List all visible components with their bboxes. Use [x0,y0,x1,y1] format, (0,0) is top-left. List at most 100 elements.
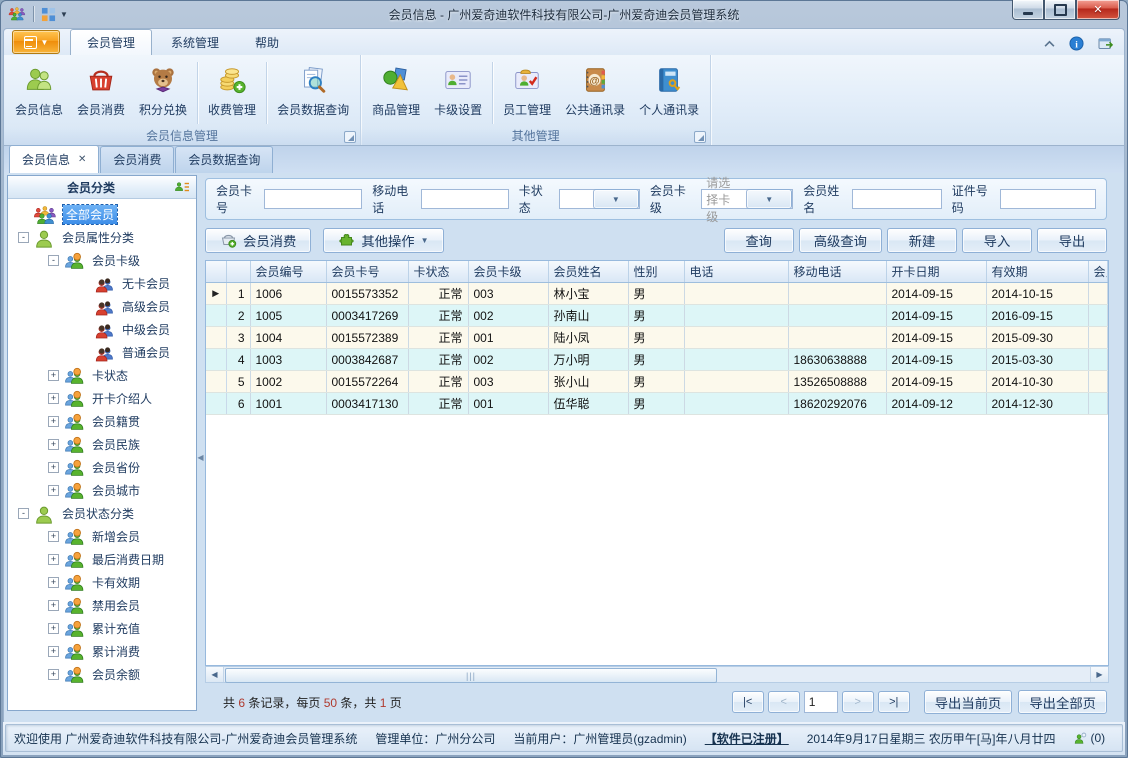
id-number-input[interactable] [1000,189,1097,209]
expand-node-icon[interactable]: + [48,669,59,680]
table-cell[interactable]: 2014-10-15 [986,282,1089,305]
expand-node-icon[interactable]: + [48,370,59,381]
table-cell[interactable]: 张小山 [548,370,629,393]
expand-node-icon[interactable]: + [48,531,59,542]
table-row[interactable]: 5 1002 0015572264 正常 003 张小山男 13526508888 2014-… [206,370,1108,393]
tree-item-normal-member[interactable]: 普通会员 [8,341,196,364]
table-cell[interactable]: 孙南山 [548,304,629,327]
app-menu-button[interactable]: ▼ [12,30,60,54]
table-cell[interactable]: 男 [628,282,685,305]
tree-item-disabled-members[interactable]: + 禁用会员 [8,594,196,617]
tree-item-member-attribute-category[interactable]: - 会员属性分类 [8,226,196,249]
tree-item-member-status-category[interactable]: - 会员状态分类 [8,502,196,525]
member-data-query-tab[interactable]: 会员数据查询 [175,146,274,173]
mobile-phone-input[interactable] [420,189,509,209]
table-cell[interactable]: 正常 [408,326,469,349]
collapse-node-icon[interactable]: - [18,508,29,519]
table-cell[interactable]: 1005 [250,304,327,327]
table-cell[interactable]: 2014-10-30 [986,370,1089,393]
close-button[interactable]: ✕ [1076,0,1120,20]
export-button[interactable]: 导出 [1037,227,1107,253]
table-cell[interactable]: 1003 [250,348,327,371]
ribbon-button-goods-management[interactable]: 商品管理 [365,58,427,128]
menu-tab-system-management[interactable]: 系统管理 [154,29,236,56]
expand-node-icon[interactable]: + [48,623,59,634]
table-cell[interactable] [788,304,887,327]
prev-page-button[interactable]: < [767,691,800,713]
close-tab-icon[interactable]: ✕ [78,154,86,165]
table-cell[interactable]: 1002 [250,370,327,393]
table-cell[interactable]: 男 [628,348,685,371]
table-row[interactable]: 4 1003 0003842687 正常 002 万小明男 18630638888 2014-… [206,348,1108,371]
table-cell[interactable]: 0015572389 [326,326,409,349]
last-page-button[interactable]: >| [877,691,910,713]
dialog-launcher-icon[interactable] [344,131,357,143]
table-row[interactable]: 3 1004 0015572389 正常 001 陆小凤男 2014-09-15 2015-0… [206,326,1108,349]
first-page-button[interactable]: |< [731,691,764,713]
tree-item-senior-member[interactable]: 高级会员 [8,295,196,318]
table-cell[interactable]: 陆小凤 [548,326,629,349]
minimize-button[interactable] [1012,0,1044,20]
column-header-会员编号[interactable]: 会员编号 [250,261,327,283]
window-grid-icon[interactable] [41,7,56,22]
table-cell[interactable] [1088,326,1108,349]
table-cell[interactable] [684,326,789,349]
tree-item-member-birthplace[interactable]: + 会员籍贯 [8,410,196,433]
table-cell[interactable]: 2014-09-15 [886,282,987,305]
table-cell[interactable]: 2016-09-15 [986,304,1089,327]
table-cell[interactable]: 男 [628,326,685,349]
column-header-卡状态[interactable]: 卡状态 [408,261,469,283]
table-cell[interactable]: 正常 [408,282,469,305]
table-cell[interactable]: 男 [628,304,685,327]
table-cell[interactable]: 001 [468,392,549,415]
advanced-query-button[interactable]: 高级查询 [798,227,882,253]
table-cell[interactable]: 正常 [408,304,469,327]
table-cell[interactable]: 男 [628,392,685,415]
expand-node-icon[interactable]: + [48,393,59,404]
member-info-tab[interactable]: 会员信息 ✕ [9,145,100,173]
other-operations-button[interactable]: 其他操作 ▼ [323,227,444,253]
tree-item-total-recharge[interactable]: + 累计充值 [8,617,196,640]
member-name-input[interactable] [851,189,942,209]
table-cell[interactable]: 1004 [250,326,327,349]
table-cell[interactable]: 2014-09-15 [886,348,987,371]
expand-node-icon[interactable]: + [48,554,59,565]
import-button[interactable]: 导入 [962,227,1032,253]
table-cell[interactable]: 0003417130 [326,392,409,415]
ribbon-button-member-info[interactable]: 会员信息 [8,58,70,128]
tree-item-no-card-member[interactable]: 无卡会员 [8,272,196,295]
table-cell[interactable]: 2014-09-15 [886,326,987,349]
export-all-pages-button[interactable]: 导出全部页 [1018,690,1107,714]
collapse-node-icon[interactable]: - [48,255,59,266]
tree-item-last-consume-date[interactable]: + 最后消费日期 [8,548,196,571]
horizontal-scrollbar[interactable]: ◀ ||| ▶ [205,666,1109,683]
member-card-no-input[interactable] [264,189,363,209]
tree-item-member-ethnicity[interactable]: + 会员民族 [8,433,196,456]
tree-item-member-province[interactable]: + 会员省份 [8,456,196,479]
table-cell[interactable]: 2015-03-30 [986,348,1089,371]
export-current-page-button[interactable]: 导出当前页 [923,690,1013,714]
table-cell[interactable]: 18620292076 [788,392,887,415]
feedback-icon[interactable] [1098,37,1114,51]
table-cell[interactable] [684,348,789,371]
new-button[interactable]: 新建 [887,227,957,253]
tree-item-middle-member[interactable]: 中级会员 [8,318,196,341]
table-row[interactable]: 6 1001 0003417130 正常 001 伍华聪男 18620292076 2014-… [206,392,1108,415]
column-header-会员[interactable]: 会员 [1088,261,1108,283]
ribbon-button-fee-management[interactable]: 收费管理 [201,58,263,128]
table-cell[interactable] [684,370,789,393]
table-cell[interactable] [1088,282,1108,305]
table-cell[interactable]: 18630638888 [788,348,887,371]
menu-tab-member-management[interactable]: 会员管理 [70,29,153,56]
ribbon-button-card-level-settings[interactable]: 卡级设置 [427,58,489,128]
table-cell[interactable] [1088,304,1108,327]
table-cell[interactable]: 0003417269 [326,304,409,327]
ribbon-button-public-contacts[interactable]: @ 公共通讯录 [558,58,632,128]
tree-item-card-status[interactable]: + 卡状态 [8,364,196,387]
column-header-性别[interactable]: 性别 [628,261,685,283]
table-cell[interactable]: 13526508888 [788,370,887,393]
member-card-level-combobox[interactable]: 请选择卡级 ▼ [701,176,794,224]
table-cell[interactable]: 0003842687 [326,348,409,371]
scrollbar-thumb[interactable]: ||| [225,668,717,683]
column-header-会员姓名[interactable]: 会员姓名 [548,261,629,283]
